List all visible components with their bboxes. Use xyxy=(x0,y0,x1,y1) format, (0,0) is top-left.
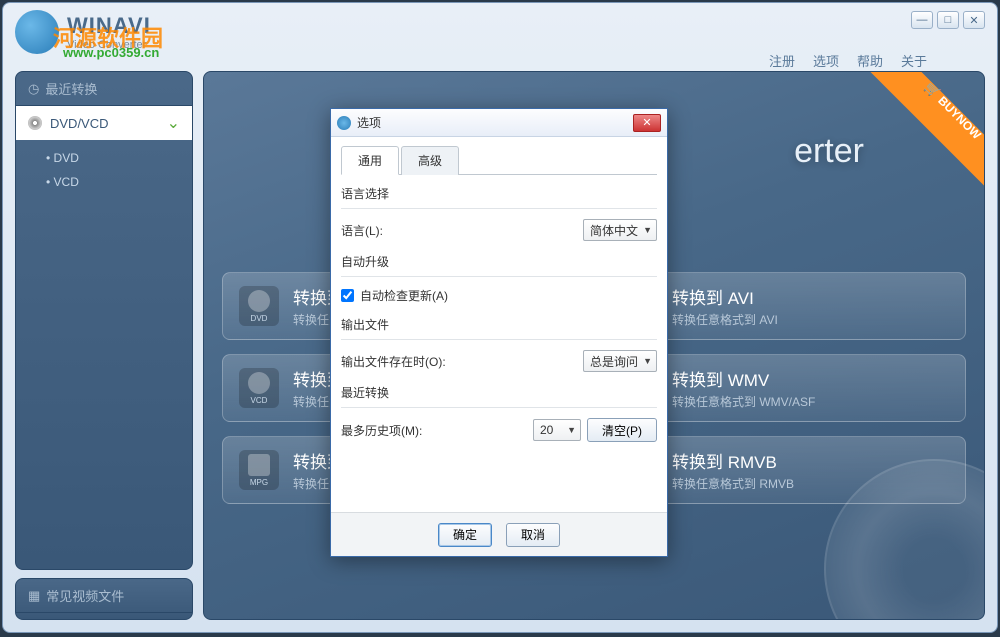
dialog-titlebar[interactable]: 选项 ✕ xyxy=(331,109,667,137)
dialog-title-text: 选项 xyxy=(357,114,381,131)
watermark-url: www.pc0359.cn xyxy=(63,45,159,60)
buynow-label: BUYNOW xyxy=(936,93,984,142)
card-title: 转换到 RMVB xyxy=(672,448,794,473)
sidebar-sub-vcd[interactable]: • VCD xyxy=(46,170,192,194)
clear-history-button[interactable]: 清空(P) xyxy=(587,418,657,442)
card-title: 转换到 WMV xyxy=(672,366,815,391)
sidebar-dvdvcd-label: DVD/VCD xyxy=(50,116,109,131)
card-title: 转换到 AVI xyxy=(672,284,778,309)
sidebar-recent-label: 最近转换 xyxy=(45,79,97,98)
menu-help[interactable]: 帮助 xyxy=(857,51,883,70)
section-output: 输出文件 xyxy=(341,316,657,333)
sidebar-common-label: 常见视频文件 xyxy=(46,586,124,605)
divider xyxy=(341,339,657,340)
menu-register[interactable]: 注册 xyxy=(769,51,795,70)
ok-button[interactable]: 确定 xyxy=(438,523,492,547)
menu-bar: 注册 选项 帮助 关于 xyxy=(769,51,927,70)
dialog-body: 通用 高级 语言选择 语言(L): 简体中文 自动升级 自动检查更新(A) 输出… xyxy=(331,137,667,512)
options-dialog: 选项 ✕ 通用 高级 语言选择 语言(L): 简体中文 自动升级 自动检查更新(… xyxy=(330,108,668,557)
card-sub: 转换任意格式到 WMV/ASF xyxy=(672,393,815,410)
minimize-button[interactable]: — xyxy=(911,11,933,29)
auto-update-checkbox-label[interactable]: 自动检查更新(A) xyxy=(341,287,448,304)
buynow-ribbon[interactable]: 🛒 BUYNOW xyxy=(864,72,984,192)
auto-update-text: 自动检查更新(A) xyxy=(360,287,448,304)
tab-general[interactable]: 通用 xyxy=(341,146,399,175)
card-icon-dvd: DVD xyxy=(239,286,279,326)
sidebar-header-recent[interactable]: ◷ 最近转换 xyxy=(16,72,192,106)
titlebar: WINAVI Video Converter 河源软件园 www.pc0359.… xyxy=(3,3,997,61)
sidebar-sublist: • DVD • VCD xyxy=(16,140,192,204)
chevron-down-icon: ⌄ xyxy=(167,113,180,133)
sidebar-sub-dvd[interactable]: • DVD xyxy=(46,146,192,170)
sidebar-panel-common[interactable]: ▦ 常见视频文件 xyxy=(15,578,193,620)
language-label: 语言(L): xyxy=(341,222,383,239)
section-recent: 最近转换 xyxy=(341,384,657,401)
window-controls: — □ ✕ xyxy=(911,11,985,29)
cancel-button[interactable]: 取消 xyxy=(506,523,560,547)
divider xyxy=(341,276,657,277)
section-upgrade: 自动升级 xyxy=(341,253,657,270)
divider xyxy=(341,208,657,209)
menu-options[interactable]: 选项 xyxy=(813,51,839,70)
card-icon-mpg: MPG xyxy=(239,450,279,490)
sidebar-panel-formats: ◷ 最近转换 DVD/VCD ⌄ • DVD • VCD xyxy=(15,71,193,570)
auto-update-checkbox[interactable] xyxy=(341,289,354,302)
output-exists-label: 输出文件存在时(O): xyxy=(341,353,446,370)
clock-icon: ◷ xyxy=(28,81,39,97)
max-history-select[interactable]: 20 xyxy=(533,419,581,441)
output-exists-select[interactable]: 总是询问 xyxy=(583,350,657,372)
card-icon-vcd: VCD xyxy=(239,368,279,408)
sidebar-item-dvdvcd[interactable]: DVD/VCD ⌄ xyxy=(16,106,192,140)
maximize-button[interactable]: □ xyxy=(937,11,959,29)
dialog-tabs: 通用 高级 xyxy=(341,145,657,175)
tab-advanced[interactable]: 高级 xyxy=(401,146,459,175)
sidebar: ◷ 最近转换 DVD/VCD ⌄ • DVD • VCD ▦ xyxy=(15,71,193,620)
divider xyxy=(341,407,657,408)
banner-title: erter xyxy=(794,132,864,171)
disc-icon xyxy=(28,116,42,130)
section-language: 语言选择 xyxy=(341,185,657,202)
language-select[interactable]: 简体中文 xyxy=(583,219,657,241)
dialog-footer: 确定 取消 xyxy=(331,512,667,556)
dialog-icon xyxy=(337,116,351,130)
film-icon: ▦ xyxy=(28,588,40,604)
dialog-close-button[interactable]: ✕ xyxy=(633,114,661,132)
menu-about[interactable]: 关于 xyxy=(901,51,927,70)
card-sub: 转换任意格式到 AVI xyxy=(672,311,778,328)
card-sub: 转换任意格式到 RMVB xyxy=(672,475,794,492)
close-button[interactable]: ✕ xyxy=(963,11,985,29)
sidebar-header-common: ▦ 常见视频文件 xyxy=(16,579,192,613)
max-history-label: 最多历史项(M): xyxy=(341,422,422,439)
